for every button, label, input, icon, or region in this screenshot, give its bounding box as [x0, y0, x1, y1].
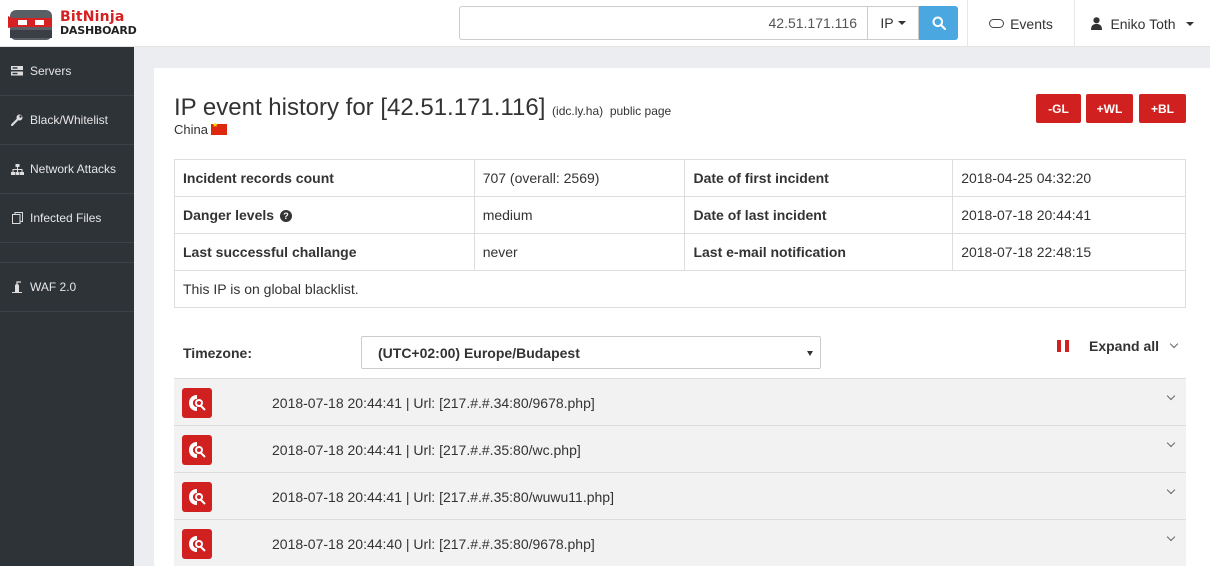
blacklist-note: This IP is on global blacklist.: [174, 270, 1186, 308]
danger-level-cell: Danger levels ?: [174, 196, 475, 234]
attack-type-icon: [182, 435, 212, 465]
events-label: Events: [1010, 15, 1053, 32]
event-text: 2018-07-18 20:44:41 | Url: [217.#.#.35:8…: [272, 489, 614, 505]
search-icon: [932, 16, 946, 30]
caret-down-icon: [1185, 21, 1194, 26]
main-panel: IP event history for [42.51.171.116] (id…: [154, 68, 1210, 566]
event-list: 2018-07-18 20:44:41 | Url: [217.#.#.34:8…: [174, 378, 1186, 566]
attack-type-icon: [182, 482, 212, 512]
chevron-down-icon[interactable]: [1166, 532, 1176, 542]
first-incident-label: Date of first incident: [684, 159, 954, 197]
events-link[interactable]: Events: [968, 0, 1074, 47]
danger-level-label: Danger levels: [183, 207, 275, 223]
sidebar-divider: [0, 243, 134, 263]
event-row[interactable]: 2018-07-18 20:44:41 | Url: [217.#.#.35:8…: [174, 425, 1186, 472]
email-notification-label: Last e-mail notification: [684, 233, 954, 271]
table-row: This IP is on global blacklist.: [174, 270, 1186, 308]
sidebar-item-infected-files[interactable]: Infected Files: [0, 194, 134, 243]
challenge-label: Last successful challange: [174, 233, 475, 271]
page-title-text: IP event history for [42.51.171.116]: [174, 94, 546, 121]
sidebar-item-network-attacks[interactable]: Network Attacks: [0, 145, 134, 194]
search-button[interactable]: [919, 6, 958, 40]
timezone-label: Timezone:: [183, 345, 252, 361]
expand-all-button[interactable]: Expand all: [1089, 338, 1179, 354]
event-row[interactable]: 2018-07-18 20:44:41 | Url: [217.#.#.35:8…: [174, 472, 1186, 519]
sidebar: Servers Black/Whitelist Network Attacks …: [0, 47, 134, 566]
event-text: 2018-07-18 20:44:40 | Url: [217.#.#.35:8…: [272, 536, 595, 552]
event-row[interactable]: 2018-07-18 20:44:41 | Url: [217.#.#.34:8…: [174, 378, 1186, 425]
chevron-down-icon[interactable]: [1166, 438, 1176, 448]
files-icon: [10, 212, 24, 224]
page-title: IP event history for [42.51.171.116] (id…: [174, 94, 671, 122]
dropdown-arrow-icon: [807, 351, 813, 356]
wrench-icon: [10, 114, 24, 126]
search-type-label: IP: [880, 15, 894, 31]
sidebar-item-servers[interactable]: Servers: [0, 47, 134, 96]
challenge-value: never: [473, 233, 686, 271]
brand-subtitle: DASHBOARD: [60, 24, 137, 37]
chevron-down-icon[interactable]: [1166, 485, 1176, 495]
brand-name-part1: Bit: [60, 9, 83, 25]
ip-info-table: Incident records count 707 (overall: 256…: [174, 159, 1186, 308]
first-incident-value: 2018-04-25 04:32:20: [952, 159, 1186, 197]
table-row: Incident records count 707 (overall: 256…: [174, 159, 1186, 197]
table-row: Last successful challange never Last e-m…: [174, 233, 1186, 271]
user-name: Eniko Toth: [1110, 15, 1176, 32]
host-name: (idc.ly.ha): [552, 104, 604, 118]
server-icon: [10, 65, 24, 77]
bitninja-logo[interactable]: BitNinja DASHBOARD: [8, 4, 137, 44]
last-incident-label: Date of last incident: [684, 196, 954, 234]
add-blacklist-button[interactable]: +BL: [1139, 94, 1186, 123]
china-flag-icon: [210, 121, 227, 135]
sidebar-item-label: Infected Files: [30, 211, 102, 225]
event-row[interactable]: 2018-07-18 20:44:40 | Url: [217.#.#.35:8…: [174, 519, 1186, 566]
user-menu[interactable]: Eniko Toth: [1075, 0, 1210, 47]
caret-down-icon: [897, 21, 906, 25]
chevron-down-icon[interactable]: [1166, 391, 1176, 401]
sidebar-item-label: Black/Whitelist: [30, 113, 109, 127]
incident-count-value: 707 (overall: 2569): [473, 159, 686, 197]
add-whitelist-button[interactable]: +WL: [1086, 94, 1133, 123]
search-input[interactable]: [459, 6, 867, 40]
chevron-down-icon: [1169, 339, 1179, 349]
question-circle-icon[interactable]: ?: [279, 210, 292, 223]
timezone-value: (UTC+02:00) Europe/Budapest: [378, 344, 580, 361]
pause-icon[interactable]: [1057, 340, 1069, 352]
last-incident-value: 2018-07-18 20:44:41: [952, 196, 1186, 234]
country-name: China: [174, 122, 208, 137]
incident-count-label: Incident records count: [174, 159, 475, 197]
sidebar-item-label: Servers: [30, 64, 72, 78]
search-type-dropdown[interactable]: IP: [867, 6, 919, 40]
public-page-link[interactable]: public page: [610, 104, 671, 118]
user-icon: [1091, 17, 1103, 30]
event-text: 2018-07-18 20:44:41 | Url: [217.#.#.34:8…: [272, 395, 595, 411]
timezone-select[interactable]: (UTC+02:00) Europe/Budapest: [361, 336, 821, 369]
top-bar: BitNinja DASHBOARD IP Events Eniko Toth: [0, 0, 1210, 47]
table-row: Danger levels ? medium Date of last inci…: [174, 196, 1186, 234]
toggle-icon: [989, 19, 1005, 28]
country: China: [174, 121, 227, 137]
email-notification-value: 2018-07-18 22:48:15: [952, 233, 1186, 271]
ninja-logo-icon: [8, 6, 54, 42]
expand-all-label: Expand all: [1089, 338, 1160, 354]
sitemap-icon: [10, 163, 24, 175]
sidebar-item-blackwhitelist[interactable]: Black/Whitelist: [0, 96, 134, 145]
sidebar-item-label: WAF 2.0: [30, 280, 77, 294]
brand-name-part2: Ninja: [82, 9, 125, 25]
danger-level-value: medium: [473, 196, 686, 234]
sidebar-item-waf[interactable]: WAF 2.0: [0, 263, 134, 312]
fire-extinguisher-icon: [10, 281, 24, 293]
event-text: 2018-07-18 20:44:41 | Url: [217.#.#.35:8…: [272, 442, 581, 458]
search-bar: IP: [459, 6, 958, 40]
remove-global-list-button[interactable]: -GL: [1036, 94, 1081, 123]
sidebar-item-label: Network Attacks: [30, 162, 117, 176]
attack-type-icon: [182, 388, 212, 418]
attack-type-icon: [182, 529, 212, 559]
